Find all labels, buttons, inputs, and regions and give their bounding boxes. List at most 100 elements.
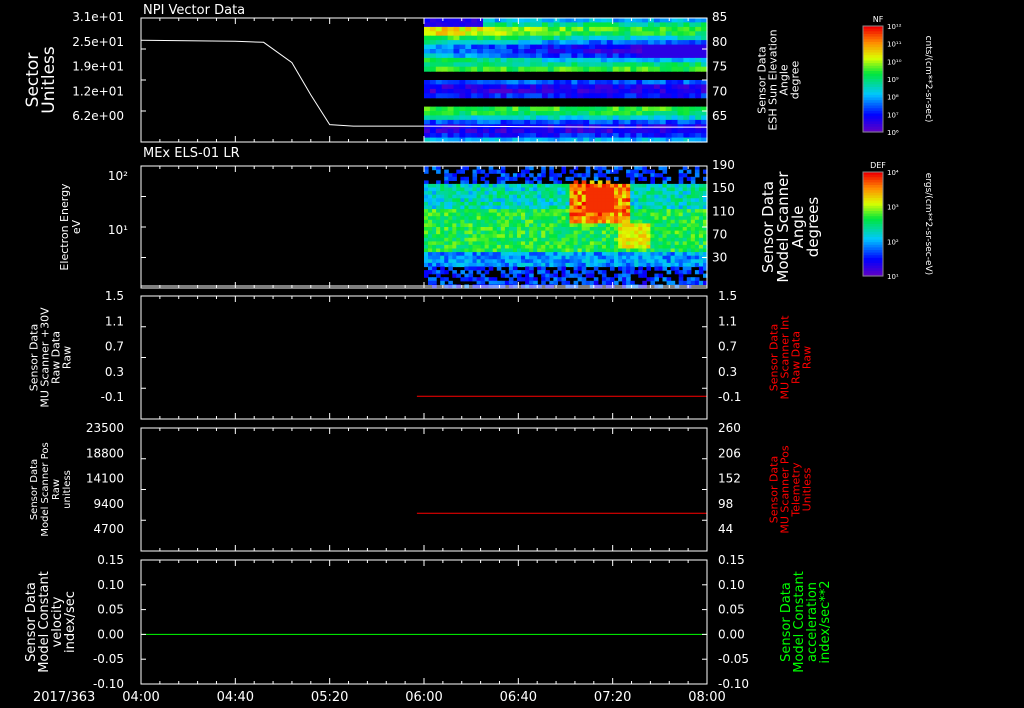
heatmap-cell	[583, 80, 590, 85]
heatmap-cell	[512, 280, 518, 285]
heatmap-cell	[646, 219, 651, 224]
heatmap-cell	[626, 194, 631, 199]
heatmap-cell	[583, 106, 590, 112]
heatmap-cell	[658, 166, 664, 171]
heatmap-cell	[648, 106, 655, 112]
heatmap-cell	[690, 194, 696, 199]
heatmap-cell	[476, 259, 482, 264]
y-axis-label-left-line: eV	[70, 219, 83, 234]
heatmap-cell	[642, 57, 649, 63]
heatmap-cell	[638, 191, 643, 196]
heatmap-cell	[683, 111, 690, 116]
heatmap-cell	[468, 273, 474, 278]
heatmap-cell	[581, 255, 587, 260]
heatmap-cell	[536, 62, 543, 68]
heatmap-cell	[492, 183, 498, 189]
heatmap-cell	[471, 44, 478, 50]
heatmap-cell	[559, 66, 567, 72]
heatmap-cell	[432, 187, 437, 192]
colorbar-unit: cnts/(cm**2-sr-sec)	[923, 36, 933, 123]
heatmap-cell	[492, 262, 498, 268]
heatmap-cell	[665, 57, 673, 63]
heatmap-cell	[600, 66, 608, 72]
heatmap-cell	[658, 191, 664, 196]
heatmap-cell	[581, 212, 587, 217]
heatmap-cell	[658, 198, 664, 203]
heatmap-cell	[440, 270, 445, 275]
heatmap-cell	[612, 31, 620, 37]
heatmap-cell	[452, 187, 457, 192]
heatmap-cell	[524, 93, 531, 99]
heatmap-cell	[665, 22, 673, 28]
heatmap-cell	[624, 62, 631, 68]
heatmap-cell	[447, 115, 455, 121]
heatmap-cell	[429, 128, 437, 134]
heatmap-cell	[541, 280, 546, 285]
heatmap-cell	[593, 187, 599, 192]
colorbar-tag: DEF	[870, 161, 886, 170]
heatmap-cell	[581, 176, 587, 181]
heatmap-cell	[683, 26, 690, 32]
heatmap-cell	[541, 93, 549, 99]
heatmap-cell	[512, 84, 519, 90]
y-tick-label-right: 65	[712, 109, 727, 123]
heatmap-cell	[424, 212, 429, 217]
heatmap-cell	[618, 22, 626, 28]
heatmap-cell	[662, 205, 668, 210]
heatmap-cell	[585, 183, 591, 189]
heatmap-cell	[600, 49, 608, 54]
heatmap-cell	[671, 111, 679, 116]
heatmap-cell	[494, 35, 502, 41]
heatmap-cell	[648, 49, 655, 54]
heatmap-cell	[677, 62, 684, 68]
heatmap-cell	[512, 216, 518, 221]
heatmap-cell	[512, 115, 519, 121]
heatmap-cell	[424, 262, 429, 268]
y-tick-label-right: 260	[718, 421, 741, 435]
heatmap-cell	[569, 212, 575, 217]
heatmap-cell	[646, 244, 651, 250]
heatmap-cell	[630, 255, 635, 260]
heatmap-cell	[606, 53, 614, 59]
heatmap-cell	[618, 230, 623, 235]
heatmap-cell	[508, 187, 514, 192]
heatmap-cell	[500, 66, 508, 72]
heatmap-cell	[650, 194, 655, 199]
heatmap-cell	[606, 57, 614, 63]
heatmap-cell	[638, 248, 643, 253]
heatmap-cell	[504, 234, 510, 239]
heatmap-cell	[665, 133, 673, 139]
heatmap-cell	[642, 66, 649, 72]
heatmap-cell	[447, 106, 455, 112]
heatmap-cell	[472, 252, 478, 257]
heatmap-cell	[537, 201, 542, 207]
heatmap-cell	[573, 223, 579, 228]
heatmap-cell	[464, 252, 469, 257]
heatmap-cell	[600, 31, 608, 37]
heatmap-cell	[559, 18, 567, 23]
x-tick-label: 07:20	[594, 690, 631, 705]
heatmap-cell	[658, 259, 664, 264]
heatmap-cell	[630, 266, 635, 271]
x-tick-label: 06:00	[405, 690, 442, 705]
heatmap-cell	[593, 216, 599, 221]
heatmap-cell	[671, 119, 679, 125]
heatmap-cell	[500, 80, 508, 85]
heatmap-cell	[646, 277, 651, 282]
heatmap-cell	[595, 57, 602, 63]
heatmap-cell	[549, 252, 554, 257]
heatmap-cell	[695, 84, 702, 90]
heatmap-cell	[476, 216, 482, 221]
heatmap-cell	[472, 230, 478, 235]
heatmap-cell	[630, 93, 637, 99]
heatmap-cell	[517, 248, 522, 253]
heatmap-cell	[622, 277, 627, 282]
heatmap-cell	[601, 223, 607, 228]
heatmap-cell	[549, 230, 554, 235]
heatmap-cell	[565, 66, 572, 72]
heatmap-cell	[553, 277, 558, 282]
heatmap-cell	[614, 166, 619, 171]
heatmap-cell	[429, 88, 437, 94]
heatmap-cell	[440, 255, 445, 260]
heatmap-cell	[476, 191, 482, 196]
